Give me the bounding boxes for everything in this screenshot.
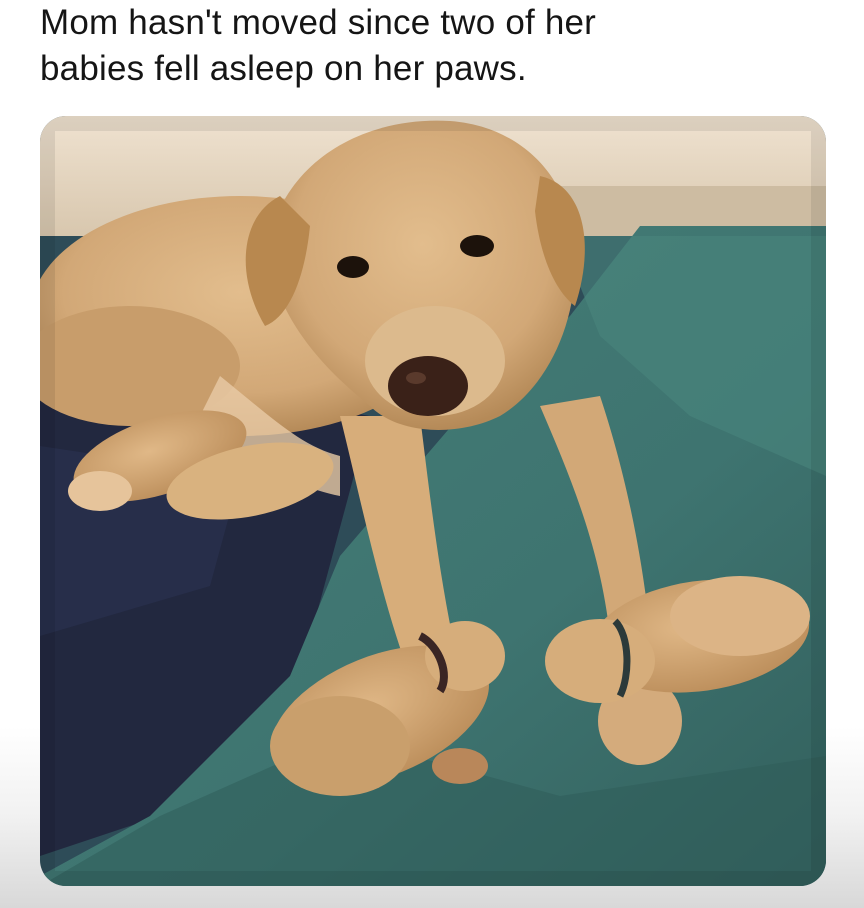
photo-illustration xyxy=(40,116,826,886)
meme-post: Mom hasn't moved since two of her babies… xyxy=(0,0,864,908)
meme-caption: Mom hasn't moved since two of her babies… xyxy=(40,0,840,92)
dog-photo xyxy=(40,116,826,886)
caption-line-2: babies fell asleep on her paws. xyxy=(40,49,527,88)
caption-line-1: Mom hasn't moved since two of her xyxy=(40,3,597,42)
